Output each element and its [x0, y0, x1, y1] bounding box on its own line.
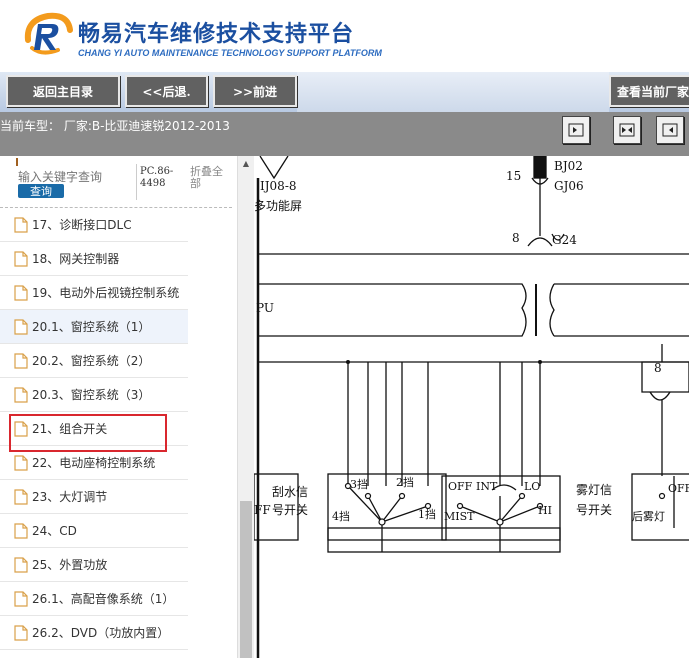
list-item[interactable]: 18、网关控制器: [0, 242, 188, 276]
wiring-diagram[interactable]: IJ08-8 多功能屏 15 BJ02 GJ06 8 G24 PU 8 刮水信 …: [254, 156, 689, 658]
pc-code: PC.86-4498: [140, 166, 174, 189]
collapse-left-button[interactable]: [562, 116, 590, 144]
search-button[interactable]: 查询: [18, 184, 64, 198]
list-item-label: 23、大灯调节: [32, 490, 108, 504]
wiper-mode-label: HI: [538, 504, 552, 517]
wiper-mode-label: OFF: [448, 480, 473, 493]
module-label: PU: [256, 301, 274, 315]
list-item-label: 19、电动外后视镜控制系统: [32, 286, 180, 300]
wiper-mode-label: LO: [524, 480, 540, 493]
connector-label: IJ08-8: [260, 179, 297, 193]
document-icon: [14, 590, 28, 607]
list-item-label: 25、外置功放: [32, 558, 108, 572]
list-item[interactable]: 24、CD: [0, 514, 188, 548]
list-item[interactable]: 26.1、高配音像系统（1）: [0, 582, 188, 616]
fog-mode-label: OFF: [668, 482, 689, 495]
document-icon: [14, 352, 28, 369]
connector-label: G24: [552, 233, 577, 247]
highlight-box: [9, 414, 167, 452]
search-area: 查询 PC.86-4498 折叠全部: [0, 156, 232, 208]
collapse-right-button[interactable]: [656, 116, 684, 144]
wiper-switch-label: 刮水信: [272, 485, 308, 499]
catalog-sidebar: 查询 PC.86-4498 折叠全部 17、诊断接口DLC 18、网关控制器 19、…: [0, 156, 238, 658]
back-button[interactable]: <<后退.: [125, 75, 208, 107]
document-icon: [14, 284, 28, 301]
fog-switch-label: 雾灯信: [576, 483, 612, 497]
document-icon: [14, 318, 28, 335]
split-view-button[interactable]: [613, 116, 641, 144]
forward-button[interactable]: >>前进: [213, 75, 297, 107]
list-item-label: 20.1、窗控系统（1）: [32, 320, 151, 334]
view-current-maker-button[interactable]: 查看当前厂家: [609, 75, 689, 107]
list-item-label: 26.1、高配音像系统（1）: [32, 592, 175, 606]
nav-bar-fill: [297, 72, 609, 112]
list-item[interactable]: 17、诊断接口DLC: [0, 208, 188, 242]
pin-label: 8: [654, 361, 662, 375]
list-item[interactable]: 19、电动外后视镜控制系统: [0, 276, 188, 310]
list-item[interactable]: 23、大灯调节: [0, 480, 188, 514]
pin-label: 8: [512, 231, 520, 245]
split-view-icon: [619, 123, 635, 137]
document-icon: [14, 556, 28, 573]
list-item-label: 26.2、DVD（功放内置）: [32, 626, 170, 640]
gear-label: 2挡: [396, 475, 414, 489]
gear-label: 1挡: [418, 507, 436, 521]
panel-right-icon: [662, 123, 678, 137]
tree-connector: [16, 158, 18, 166]
wiper-mode-label: INT: [476, 480, 498, 493]
list-item[interactable]: 26.2、DVD（功放内置）: [0, 616, 188, 650]
document-icon: [14, 216, 28, 233]
separator: [136, 164, 137, 200]
scroll-thumb[interactable]: [240, 501, 252, 658]
list-item-label: 22、电动座椅控制系统: [32, 456, 156, 470]
app-header: 畅易汽车维修技术支持平台 CHANG YI AUTO MAINTENANCE T…: [0, 0, 689, 72]
list-item-label: 17、诊断接口DLC: [32, 218, 132, 232]
wiper-mode-label: MIST: [444, 510, 475, 523]
document-icon: [14, 624, 28, 641]
gear-label: 4挡: [332, 509, 350, 523]
list-item[interactable]: 25、外置功放: [0, 548, 188, 582]
platform-title: 畅易汽车维修技术支持平台: [78, 22, 355, 47]
document-icon: [14, 386, 28, 403]
changyi-logo-icon: [24, 12, 73, 55]
platform-subtitle: CHANG YI AUTO MAINTENANCE TECHNOLOGY SUP…: [78, 48, 382, 58]
document-icon: [14, 488, 28, 505]
pin-label: 15: [506, 169, 521, 183]
collapse-all-button[interactable]: 折叠全部: [190, 166, 230, 190]
wiper-switch-label: 号开关: [272, 503, 308, 517]
navigation-bar: 返回主目录 <<后退. >>前进 查看当前厂家: [0, 72, 689, 112]
scroll-up-arrow-icon[interactable]: ▲: [238, 156, 254, 170]
fog-mode-label: 后雾灯: [632, 510, 665, 523]
connector-label: BJ02: [554, 159, 583, 173]
car-info-bar: 当前车型： 厂家:B-比亚迪速锐2012-2013: [0, 112, 689, 156]
document-icon: [14, 522, 28, 539]
gear-label: 3挡: [350, 477, 368, 491]
wiring-diagram-svg: IJ08-8 多功能屏 15 BJ02 GJ06 8 G24 PU 8 刮水信 …: [254, 156, 689, 658]
list-item[interactable]: 20.1、窗控系统（1）: [0, 310, 188, 344]
sidebar-scrollbar[interactable]: ▲: [237, 156, 254, 658]
fog-switch-label: 号开关: [576, 503, 612, 517]
list-item[interactable]: 20.3、窗控系统（3）: [0, 378, 188, 412]
connector-label: GJ06: [554, 179, 584, 193]
multi-screen-label: 多功能屏: [254, 199, 302, 213]
list-item-label: 20.3、窗控系统（3）: [32, 388, 151, 402]
panel-left-icon: [568, 123, 584, 137]
document-icon: [14, 250, 28, 267]
home-button[interactable]: 返回主目录: [6, 75, 120, 107]
document-icon: [14, 454, 28, 471]
current-car-model: 当前车型： 厂家:B-比亚迪速锐2012-2013: [0, 119, 230, 133]
list-item[interactable]: 20.2、窗控系统（2）: [0, 344, 188, 378]
list-item-label: 18、网关控制器: [32, 252, 120, 266]
list-item-label: 24、CD: [32, 524, 77, 538]
switch-label: FF: [254, 503, 271, 517]
list-item-label: 20.2、窗控系统（2）: [32, 354, 151, 368]
